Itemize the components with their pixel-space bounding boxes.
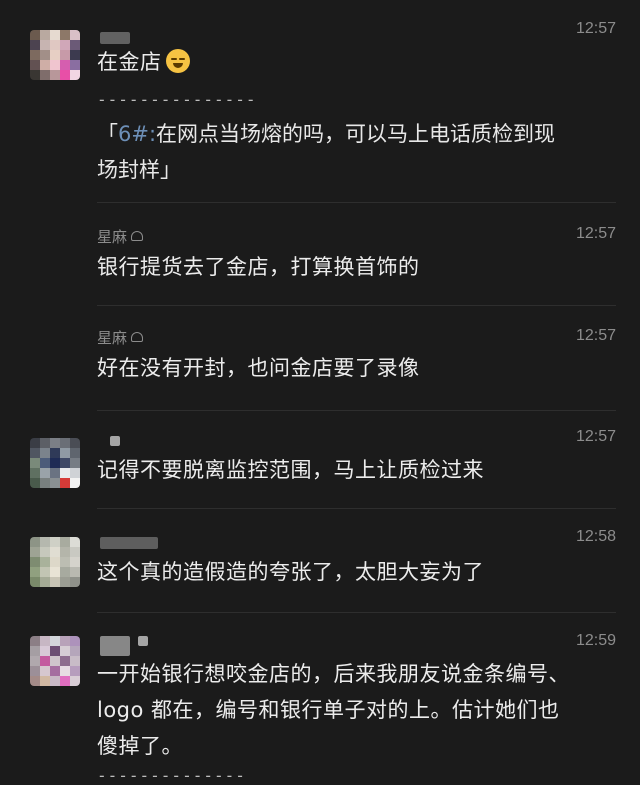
separator: [97, 508, 616, 509]
heart-icon: [131, 332, 144, 342]
divider-line: --------------: [97, 766, 246, 785]
separator: [97, 202, 616, 203]
timestamp: 12:58: [575, 528, 616, 545]
message-text: 好在没有开封，也问金店要了录像: [97, 356, 420, 380]
message-1: 12:57 在金店 --------------- 「6#:在网点当场熔的吗，可…: [0, 0, 640, 200]
sender-name-blurred: [110, 436, 120, 446]
avatar[interactable]: [30, 438, 80, 488]
message-4: 12:57 记得不要脱离监控范围，马上让质检过来: [0, 418, 640, 508]
message-5: 12:58 这个真的造假造的夸张了，太胆大妄为了: [0, 515, 640, 615]
separator: [97, 305, 616, 306]
sender-name: 星麻: [97, 226, 144, 247]
message-6: 12:59 一开始银行想咬金店的，后来我朋友说金条编号、 logo 都在，编号和…: [0, 620, 640, 785]
separator: [97, 612, 616, 613]
message-text: 这个真的造假造的夸张了，太胆大妄为了: [97, 560, 484, 584]
sender-name-blurred: [100, 32, 130, 44]
sender-name-blurred-2: [138, 636, 148, 646]
avatar[interactable]: [30, 636, 80, 686]
quoted-message: 「6#:在网点当场熔的吗，可以马上电话质检到现 场封样」: [97, 122, 556, 182]
sender-name-blurred: [100, 636, 130, 656]
quote-reference[interactable]: 6#:: [118, 122, 156, 146]
avatar[interactable]: [30, 30, 80, 80]
laughing-crying-emoji-icon: [165, 49, 190, 73]
message-text: 记得不要脱离监控范围，马上让质检过来: [97, 458, 484, 482]
message-3: 星麻 12:57 好在没有开封，也问金店要了录像: [0, 313, 640, 403]
sender-name: 星麻: [97, 327, 144, 348]
timestamp: 12:57: [575, 225, 616, 242]
message-text: 银行提货去了金店，打算换首饰的: [97, 255, 420, 279]
separator: [97, 410, 616, 411]
divider-line: ---------------: [97, 90, 257, 109]
avatar[interactable]: [30, 537, 80, 587]
timestamp: 12:57: [575, 327, 616, 344]
heart-icon: [131, 231, 144, 241]
timestamp: 12:59: [575, 632, 616, 649]
message-text: 一开始银行想咬金店的，后来我朋友说金条编号、 logo 都在，编号和银行单子对的…: [97, 662, 570, 758]
timestamp: 12:57: [575, 428, 616, 445]
sender-name-blurred: [100, 537, 158, 549]
message-2: 星麻 12:57 银行提货去了金店，打算换首饰的: [0, 210, 640, 300]
message-text: 在金店: [97, 45, 616, 80]
timestamp: 12:57: [575, 20, 616, 37]
